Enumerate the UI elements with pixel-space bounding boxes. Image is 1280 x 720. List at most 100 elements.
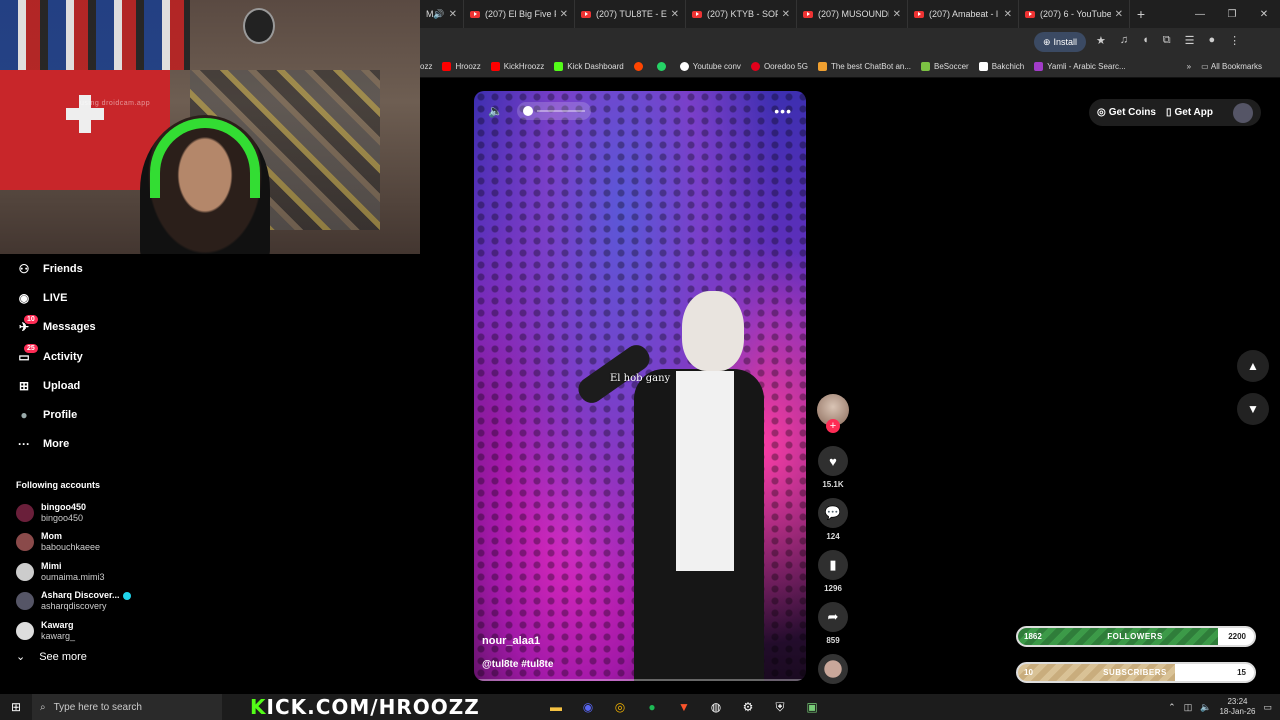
browser-tab[interactable]: M 🔊 ✕ [420,0,464,28]
avatar [16,533,34,552]
bookmark[interactable] [656,62,670,71]
heart-icon: ♥ [829,453,837,469]
close-tab-icon[interactable]: ✕ [449,9,457,20]
video-username[interactable]: nour_alaa1 [482,635,540,647]
user-avatar[interactable] [1233,102,1253,123]
address-bar-icons: ★ ♫ ◖ ⧉ ☰ ● ⋮ [1096,34,1240,47]
see-more-button[interactable]: ⌄ See more [16,650,87,664]
get-coins-label: Get Coins [1108,107,1156,118]
browser-tab[interactable]: (207) TUL8TE - El ✕ [575,0,686,28]
video-progress-bar[interactable] [474,679,806,681]
browser-tab[interactable]: (207) KTYB - SOFI ✕ [686,0,797,28]
coin-icon: ◎ [1097,107,1106,118]
volume-icon[interactable]: 🔈 [488,104,503,118]
new-tab-button[interactable]: + [1130,6,1152,22]
extensions-icon[interactable]: ⧉ [1163,34,1171,47]
reading-list-icon[interactable]: ☰ [1185,34,1195,47]
sidebar-item-more[interactable]: ··· More [0,430,150,459]
live-icon: ◉ [18,290,30,305]
taskbar-search[interactable]: ⌕ Type here to search [32,694,222,720]
save-button[interactable]: ▮ [818,550,848,580]
bookmark[interactable]: Bakchich [978,62,1024,71]
volume-knob[interactable] [522,106,533,116]
bookmark[interactable]: Kick Dashboard [554,62,624,71]
browser-tab[interactable]: (207) Amabeat - l ✕ [908,0,1019,28]
bookmark[interactable] [633,62,647,71]
spotify-icon[interactable]: ● [636,694,668,720]
music-disc-icon[interactable] [818,654,848,684]
bookmark-icon: ▮ [829,557,837,572]
bookmark[interactable]: BeSoccer [921,62,969,71]
bookmark[interactable]: Youtube conv [679,62,741,71]
sidebar-item-live[interactable]: ◉ LIVE [0,283,150,312]
volume-icon[interactable]: 🔈 [1200,702,1211,713]
browser-tab[interactable]: (207) 6 - YouTube ✕ [1019,0,1130,28]
get-coins-button[interactable]: ◎ Get Coins [1097,107,1156,118]
notifications-icon[interactable]: ▭ [1263,702,1272,713]
close-tab-icon[interactable]: ✕ [560,9,568,20]
sidebar-item-messages[interactable]: ✈ 10 Messages [0,313,150,342]
settings-icon[interactable]: ⚙ [732,694,764,720]
previous-video-button[interactable]: ▲ [1237,350,1269,382]
following-account[interactable]: Kawarg kawarg_ [16,616,156,646]
chrome-icon[interactable]: ◎ [604,694,636,720]
like-button[interactable]: ♥ [818,446,848,476]
bookmark[interactable]: Hroozz [442,62,481,71]
close-tab-icon[interactable]: ✕ [1115,9,1123,20]
avatar [16,503,34,522]
video-player[interactable]: El hob gany 🔈 ••• nour_alaa1 @tul8te #tu… [474,91,806,681]
sidebar-item-upload[interactable]: ⊞ Upload [0,371,150,400]
minimize-icon[interactable]: — [1184,9,1216,20]
volume-slider[interactable] [516,102,591,120]
obs-icon[interactable]: ◍ [700,694,732,720]
following-account[interactable]: Mimi oumaima.mimi3 [16,557,156,587]
video-hashtags[interactable]: @tul8te #tul8te [482,659,553,670]
menu-icon[interactable]: ⋮ [1229,34,1240,47]
sidebar-item-profile[interactable]: ● Profile [0,400,150,429]
bookmark[interactable]: The best ChatBot an... [817,62,911,71]
comment-button[interactable]: 💬 [818,498,848,528]
security-icon[interactable]: ⛨ [764,694,796,720]
get-app-button[interactable]: ▯ Get App [1166,107,1213,118]
bookmark[interactable]: ozz [420,62,432,71]
browser-tab[interactable]: (207) El Big Five F ✕ [464,0,575,28]
system-clock[interactable]: 23:24 18-Jan-26 [1219,697,1255,717]
creator-avatar[interactable]: + [817,394,849,433]
bookmark[interactable]: Yamli - Arabic Searc... [1034,62,1126,71]
bookmark[interactable]: Ooredoo 5G [750,62,808,71]
close-window-icon[interactable]: ✕ [1248,9,1280,20]
restore-icon[interactable]: ❐ [1216,9,1248,20]
app-icon[interactable]: ▣ [796,694,828,720]
following-account[interactable]: Mom babouchkaeee [16,528,156,558]
sidebar-item-friends[interactable]: ⚇ Friends [0,254,150,283]
file-explorer-icon[interactable]: ▬ [540,694,572,720]
more-options-icon[interactable]: ••• [774,103,792,119]
bookmark[interactable]: KickHroozz [490,62,544,71]
kick-banner: KICK.COM/HROOZZ [250,695,480,719]
audio-icon[interactable]: ◖ [1142,34,1149,47]
brave-icon[interactable]: ▼ [668,694,700,720]
browser-tab[interactable]: (207) MUSOUNDI ✕ [797,0,908,28]
following-account[interactable]: bingoo450 bingoo450 [16,498,156,528]
kick-text: ICK.COM/HROOZZ [266,695,480,719]
close-tab-icon[interactable]: ✕ [782,9,790,20]
close-tab-icon[interactable]: ✕ [893,9,901,20]
close-tab-icon[interactable]: ✕ [671,9,679,20]
install-button[interactable]: ⊕ Install [1034,32,1086,52]
sidebar-item-activity[interactable]: ▭ 25 Activity [0,342,150,371]
chevron-up-icon[interactable]: ⌃ [1168,702,1176,713]
bookmark-label: Hroozz [455,62,481,71]
network-icon[interactable]: ◫ [1184,702,1193,713]
next-video-button[interactable]: ▼ [1237,393,1269,425]
discord-icon[interactable]: ◉ [572,694,604,720]
following-account[interactable]: Asharq Discover... asharqdiscovery [16,587,156,617]
windows-start-icon[interactable]: ⊞ [0,700,32,714]
media-icon[interactable]: ♫ [1120,34,1128,47]
all-bookmarks[interactable]: ▭ All Bookmarks [1201,62,1262,71]
close-tab-icon[interactable]: ✕ [1004,9,1012,20]
star-icon[interactable]: ★ [1096,34,1106,47]
follow-plus-icon[interactable]: + [826,419,840,433]
profile-avatar-icon[interactable]: ● [1209,34,1216,47]
share-button[interactable]: ➦ [818,602,848,632]
chevron-right-icon[interactable]: » [1187,62,1191,71]
